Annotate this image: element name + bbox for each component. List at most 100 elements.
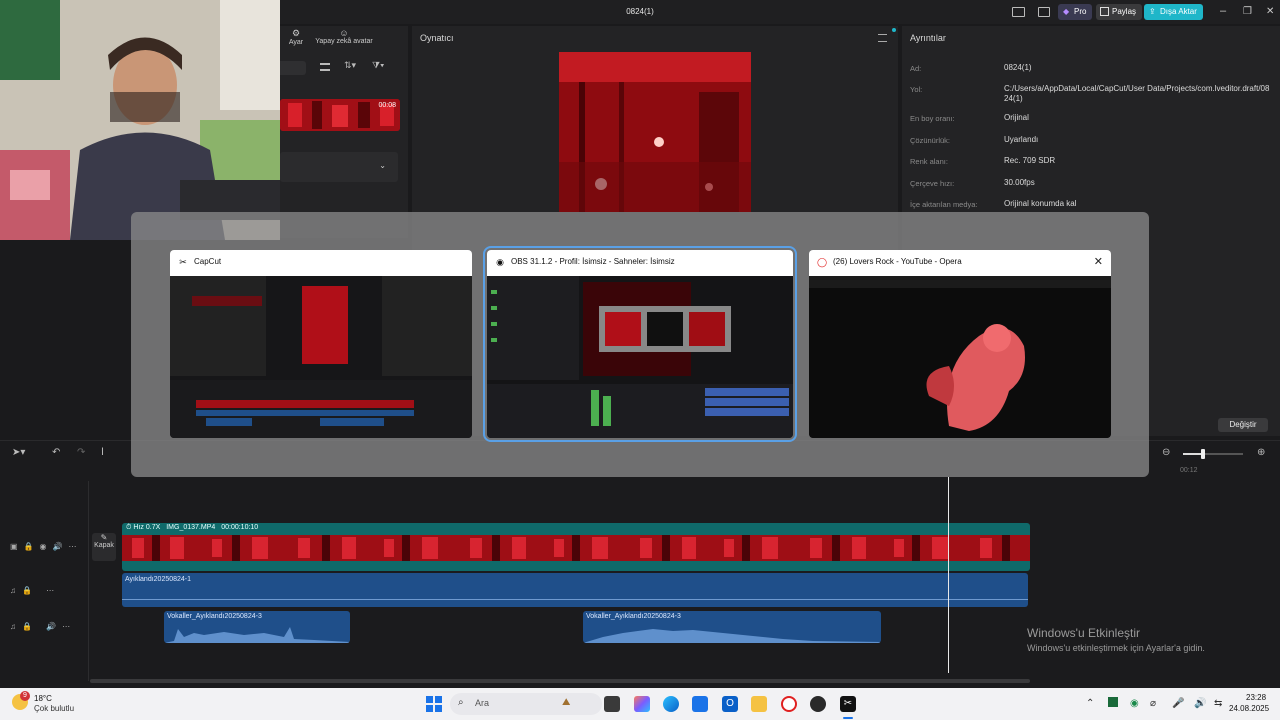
switcher-card-obs[interactable]: ◉ OBS 31.1.2 - Profil: İsimsiz - Sahnele… [483, 246, 797, 442]
minimize-button[interactable]: – [1220, 4, 1232, 20]
active-app-indicator [843, 717, 853, 719]
vocal-track-controls: ♫🔒 🔊⋯ [10, 622, 77, 631]
sliders-icon: ⚙ [291, 28, 301, 38]
view-toggle-icon[interactable] [320, 63, 330, 71]
switcher-title-opera: (26) Lovers Rock - YouTube - Opera [833, 257, 962, 266]
share-label: Paylaş [1112, 7, 1137, 16]
redo-icon[interactable]: ↷ [77, 447, 85, 458]
ruler-mark: 00:12 [1180, 467, 1198, 474]
export-button[interactable]: ⇪ Dışa Aktar [1144, 4, 1203, 20]
track-header-divider [88, 481, 89, 681]
timeline-scrollbar[interactable] [90, 679, 1030, 683]
opera-thumbnail [809, 276, 1111, 438]
edit-pen-icon: ✎ [100, 533, 108, 542]
split-icon[interactable]: Ⅰ [101, 447, 104, 458]
vocal-clip-1[interactable]: Vokaller_Ayıklandı20250824-3 [164, 611, 350, 643]
audio-main-label: Ayıklandı20250824-1 [125, 576, 192, 583]
video-clip-label: ⏱ Hız 0.7X IMG_0137.MP4 00:00:10:10 [126, 524, 258, 532]
explorer-icon[interactable] [751, 696, 767, 712]
shortcut-icon[interactable] [1038, 7, 1050, 17]
change-button[interactable]: Değiştir [1218, 418, 1268, 432]
switcher-close-icon[interactable]: ✕ [1094, 250, 1103, 274]
activation-title: Windows'u Etkinleştir [1027, 626, 1140, 640]
activation-subtitle: Windows'u etkinleştirmek için Ayarlar'a … [1027, 643, 1205, 653]
capcut-thumbnail [170, 276, 472, 438]
pro-label: Pro [1074, 7, 1087, 16]
playhead[interactable] [948, 477, 949, 673]
video-clip[interactable]: ⏱ Hız 0.7X IMG_0137.MP4 00:00:10:10 [122, 523, 1030, 571]
obs-taskbar-icon[interactable] [810, 696, 826, 712]
detail-key-path: Yol: [910, 85, 923, 94]
video-preview[interactable] [559, 52, 751, 212]
copilot-icon[interactable] [634, 696, 650, 712]
sort-icon[interactable]: ⇅▾ [344, 60, 356, 71]
weather-badge: 9 [20, 691, 30, 701]
obs-thumbnail [487, 276, 793, 438]
zoom-slider[interactable] [1183, 449, 1243, 459]
switcher-title-capcut: CapCut [194, 257, 222, 266]
zoom-slider-handle[interactable] [1201, 449, 1205, 459]
detail-value-resolution: Uyarlandı [1004, 135, 1039, 144]
media-search-field[interactable] [280, 61, 306, 75]
media-dropdown[interactable]: ⌄ [280, 152, 398, 182]
tray-overflow-icon[interactable]: ⌃ [1086, 698, 1094, 709]
switcher-title-obs: OBS 31.1.2 - Profil: İsimsiz - Sahneler:… [511, 257, 675, 266]
zoom-out-icon[interactable]: ⊖ [1162, 447, 1170, 458]
share-icon [1100, 7, 1109, 16]
taskbar-search[interactable]: ⌕ Ara ⛰ [450, 693, 602, 715]
restore-button[interactable]: ❐ [1243, 4, 1255, 20]
network-icon[interactable]: ⇆ [1214, 698, 1222, 709]
adjust-tool[interactable]: ⚙ Ayar [284, 28, 308, 52]
share-button[interactable]: Paylaş [1096, 4, 1143, 20]
select-cursor-icon[interactable]: ➤▾ [12, 447, 25, 458]
detail-key-aspect: En boy oranı: [910, 114, 955, 123]
search-highlight-icon: ⛰ [562, 697, 571, 708]
export-icon: ⇪ [1149, 7, 1156, 16]
diamond-icon: ◆ [1063, 7, 1070, 16]
start-button[interactable] [426, 696, 442, 712]
clip-name: IMG_0137.MP4 [166, 524, 216, 531]
outlook-icon[interactable]: O [722, 696, 738, 712]
zoom-slider-fill [1183, 453, 1203, 455]
player-status-dot [892, 28, 896, 32]
detail-key-colorspace: Renk alanı: [910, 157, 948, 166]
task-view-icon[interactable] [604, 696, 620, 712]
detail-value-name: 0824(1) [1004, 63, 1032, 72]
volume-icon[interactable]: 🔊 [1194, 698, 1206, 709]
ai-avatar-tool[interactable]: ☺ Yapay zekâ avatar [312, 28, 376, 52]
close-button[interactable]: ✕ [1266, 4, 1278, 20]
detail-value-imported-media: Orijinal konumda kal [1004, 199, 1077, 208]
avatar-icon: ☺ [339, 28, 349, 38]
weather-temp: 18°C [34, 694, 52, 703]
switcher-card-opera[interactable]: ◯ (26) Lovers Rock - YouTube - Opera ✕ [809, 250, 1111, 438]
layout-icon[interactable] [1012, 7, 1025, 17]
media-clip-thumbnail[interactable]: 00:08 [280, 99, 400, 131]
tray-app-icon-3[interactable]: ⌀ [1150, 698, 1156, 709]
store-icon[interactable] [692, 696, 708, 712]
pro-button[interactable]: ◆ Pro [1058, 4, 1093, 20]
undo-icon[interactable]: ↶ [52, 447, 60, 458]
windows-logo-icon [426, 696, 442, 712]
weather-widget[interactable]: 9 18°C Çok bulutlu [12, 691, 92, 716]
vocal-clip-1-label: Vokaller_Ayıklandı20250824-3 [167, 613, 262, 620]
tray-app-icon-2[interactable]: ◉ [1130, 698, 1139, 709]
cover-label: Kapak [94, 542, 114, 549]
switcher-card-capcut[interactable]: ✂ CapCut [170, 250, 472, 438]
cover-button[interactable]: ✎ Kapak [92, 533, 116, 561]
tray-app-icon-1[interactable] [1108, 697, 1118, 707]
detail-value-colorspace: Rec. 709 SDR [1004, 156, 1056, 165]
clock-date[interactable]: 24.08.2025 [1229, 704, 1269, 713]
export-label: Dışa Aktar [1160, 7, 1197, 16]
edge-icon[interactable] [663, 696, 679, 712]
vocal-clip-2[interactable]: Vokaller_Ayıklandı20250824-3 [583, 611, 881, 643]
opera-icon: ◯ [817, 257, 828, 267]
microphone-icon[interactable]: 🎤 [1172, 698, 1184, 709]
video-filmstrip [122, 535, 1030, 561]
clock-time[interactable]: 23:28 [1246, 693, 1266, 702]
player-menu-icon[interactable] [878, 34, 887, 42]
opera-taskbar-icon[interactable] [781, 696, 797, 712]
zoom-in-icon[interactable]: ⊕ [1257, 447, 1265, 458]
capcut-taskbar-icon[interactable]: ✂ [840, 696, 856, 712]
audio-main-clip[interactable]: Ayıklandı20250824-1 [122, 573, 1028, 607]
filter-icon[interactable]: ⧩▾ [372, 60, 384, 71]
